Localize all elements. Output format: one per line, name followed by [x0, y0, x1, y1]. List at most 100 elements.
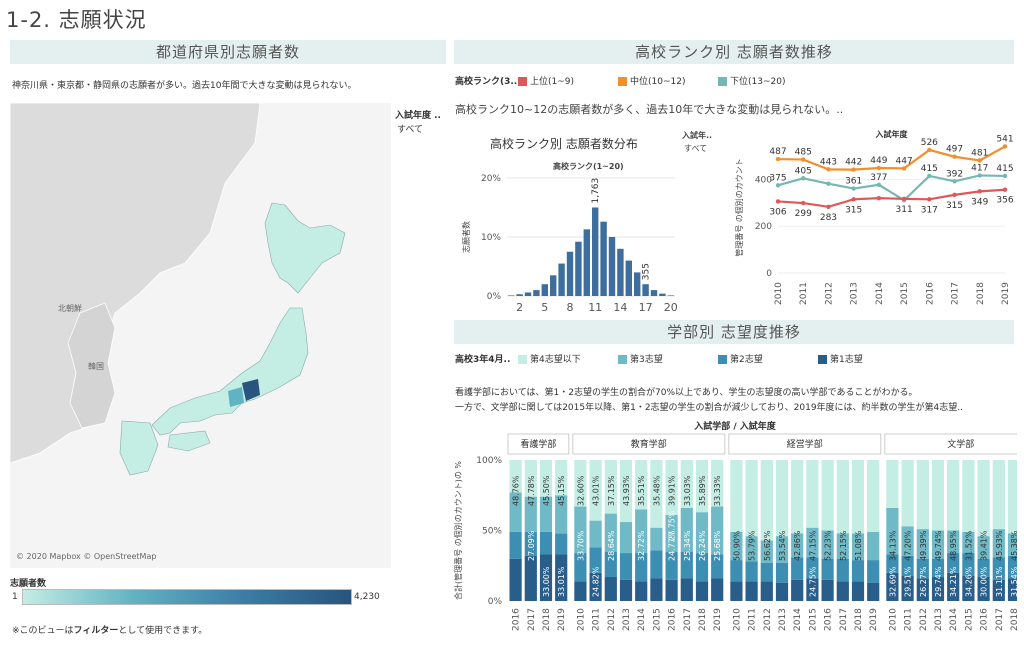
- stack-segment[interactable]: [730, 460, 743, 532]
- stack-segment[interactable]: [695, 581, 709, 601]
- stack-segment[interactable]: [619, 553, 633, 580]
- line-point[interactable]: [826, 181, 831, 186]
- line-point[interactable]: [901, 166, 907, 171]
- stack-segment[interactable]: [745, 581, 758, 601]
- stack-segment[interactable]: [745, 460, 758, 537]
- line-point[interactable]: [1002, 173, 1008, 179]
- stack-segment[interactable]: [760, 562, 773, 582]
- line-point[interactable]: [1002, 144, 1008, 149]
- hist-bar[interactable]: [575, 241, 582, 296]
- hist-bar[interactable]: [541, 284, 548, 296]
- stack-segment[interactable]: [619, 579, 633, 601]
- line-point[interactable]: [775, 183, 781, 188]
- stack-segment[interactable]: [867, 560, 880, 583]
- stack-segment[interactable]: [524, 555, 537, 601]
- histogram-filter-label[interactable]: 入試年..: [682, 130, 712, 141]
- rank-histogram[interactable]: 0% 10% 20% 志願者数 2 5 8 11 14 17 20 1,763 355: [455, 168, 685, 318]
- stack-segment[interactable]: [604, 577, 617, 601]
- map-filter-label[interactable]: 入試年度 ..: [395, 108, 441, 121]
- map-filter-value[interactable]: すべて: [397, 122, 423, 135]
- stack-segment[interactable]: [947, 460, 960, 531]
- line-point[interactable]: [977, 173, 982, 178]
- line-point[interactable]: [775, 199, 781, 204]
- stack-segment[interactable]: [650, 527, 663, 551]
- stack-segment[interactable]: [962, 460, 975, 532]
- hist-bar[interactable]: [516, 294, 523, 296]
- line-point[interactable]: [876, 182, 882, 188]
- rank-legend-mid[interactable]: 中位(10~12): [618, 74, 685, 87]
- stack-segment[interactable]: [650, 550, 663, 579]
- hist-bar[interactable]: [524, 292, 532, 296]
- stack-segment[interactable]: [916, 460, 929, 530]
- line-point[interactable]: [876, 195, 882, 201]
- stack-segment[interactable]: [775, 460, 789, 537]
- hist-bar[interactable]: [583, 229, 590, 296]
- line-point[interactable]: [801, 176, 806, 181]
- stack-segment[interactable]: [711, 578, 724, 601]
- stack-segment[interactable]: [509, 531, 522, 559]
- stack-segment[interactable]: [821, 579, 834, 601]
- hist-bar[interactable]: [659, 293, 666, 296]
- stack-segment[interactable]: [851, 581, 865, 601]
- stack-segment[interactable]: [775, 582, 789, 601]
- hist-bar[interactable]: [533, 290, 540, 296]
- stack-segment[interactable]: [867, 460, 880, 532]
- line-point[interactable]: [851, 197, 856, 202]
- stack-segment[interactable]: [977, 460, 990, 537]
- hist-bar[interactable]: [642, 284, 649, 296]
- stack-segment[interactable]: [806, 460, 819, 528]
- stack-segment[interactable]: [992, 460, 1005, 530]
- stack-segment[interactable]: [836, 558, 849, 582]
- line-point[interactable]: [952, 154, 957, 159]
- hist-bar[interactable]: [508, 295, 515, 296]
- hist-bar[interactable]: [558, 263, 565, 296]
- hist-bar[interactable]: [625, 260, 632, 296]
- stack-segment[interactable]: [589, 520, 602, 548]
- line-point[interactable]: [977, 158, 982, 163]
- stack-segment[interactable]: [775, 562, 789, 583]
- faculty-legend-4th[interactable]: 第4志望以下: [518, 352, 581, 365]
- line-point[interactable]: [775, 156, 781, 162]
- stack-segment[interactable]: [539, 531, 553, 555]
- stack-segment[interactable]: [1007, 460, 1017, 534]
- stack-segment[interactable]: [760, 581, 773, 601]
- line-point[interactable]: [1002, 187, 1008, 192]
- stack-segment[interactable]: [791, 579, 804, 601]
- stack-segment[interactable]: [760, 460, 773, 541]
- hist-bar[interactable]: [600, 221, 607, 296]
- stack-segment[interactable]: [574, 581, 587, 601]
- hist-bar[interactable]: [566, 251, 574, 296]
- stack-segment[interactable]: [851, 560, 865, 582]
- line-point[interactable]: [851, 186, 856, 191]
- stack-segment[interactable]: [851, 460, 865, 534]
- line-point[interactable]: [927, 197, 932, 202]
- hist-bar[interactable]: [608, 237, 616, 296]
- stack-segment[interactable]: [867, 582, 880, 601]
- line-point[interactable]: [851, 167, 856, 172]
- japan-map[interactable]: 北朝鮮 韓国 © 2020 Mapbox © OpenStreetMap: [10, 103, 391, 568]
- stack-segment[interactable]: [901, 460, 914, 527]
- line-point[interactable]: [801, 157, 806, 162]
- faculty-legend-2nd[interactable]: 第2志望: [718, 352, 763, 365]
- line-point[interactable]: [876, 165, 882, 171]
- rank-line-chart[interactable]: 入試年度管理番号 の個別のカウント02004002010 2011 2012 2013…: [730, 128, 1015, 313]
- line-point[interactable]: [801, 200, 806, 206]
- stack-segment[interactable]: [931, 460, 945, 531]
- line-point[interactable]: [901, 196, 907, 202]
- stack-segment[interactable]: [619, 522, 633, 554]
- stack-segment[interactable]: [555, 533, 568, 555]
- stack-segment[interactable]: [836, 581, 849, 601]
- faculty-stacked-chart[interactable]: 入試学部 / 入試年度合計(管理番号 の個別のカウント)の % 0% 50% 100%…: [452, 418, 1017, 650]
- hist-bar[interactable]: [634, 272, 641, 296]
- histogram-filter-value[interactable]: すべて: [684, 143, 707, 154]
- stack-segment[interactable]: [867, 531, 880, 561]
- rank-legend-low[interactable]: 下位(13~20): [718, 74, 785, 87]
- line-point[interactable]: [977, 189, 982, 194]
- stack-segment[interactable]: [665, 579, 678, 601]
- stack-segment[interactable]: [509, 558, 522, 601]
- stack-segment[interactable]: [730, 560, 743, 582]
- line-point[interactable]: [952, 179, 957, 184]
- stack-segment[interactable]: [836, 460, 849, 534]
- stack-segment[interactable]: [745, 561, 758, 582]
- stack-segment[interactable]: [821, 460, 834, 531]
